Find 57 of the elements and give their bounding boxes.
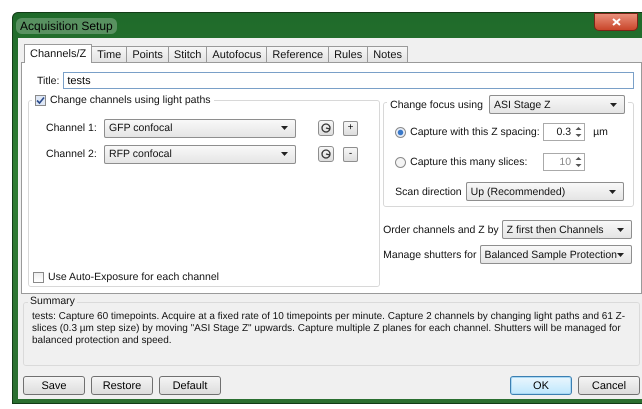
dialog-button[interactable]: OK (510, 376, 572, 395)
radio-button[interactable] (395, 156, 406, 168)
checkbox[interactable] (33, 272, 44, 282)
title-label: Title: (37, 74, 60, 86)
checkbox-label: Change channels using light paths (50, 94, 211, 106)
ring-icon (321, 149, 331, 159)
scan-direction-label: Scan direction (395, 186, 462, 198)
dropdown-arrow-icon (281, 126, 288, 130)
tab[interactable]: Reference (266, 46, 330, 62)
close-icon (612, 18, 620, 26)
summary-label: Summary (28, 295, 77, 307)
order-label: Order channels and Z by (383, 224, 499, 236)
shutters-label: Manage shutters for (383, 248, 476, 260)
focus-label: Change focus using (390, 98, 483, 110)
channel-label: Channel 1: (46, 122, 98, 134)
dialog-button[interactable]: Restore (91, 376, 153, 395)
dialog-button[interactable]: Save (23, 376, 85, 395)
radio-label: Capture this many slices: (410, 156, 528, 168)
channel-action-button[interactable]: - (343, 146, 358, 162)
channel-options-button[interactable] (318, 120, 334, 136)
window-title: Acquisition Setup (16, 18, 117, 34)
close-button[interactable] (594, 12, 638, 30)
channel-action-button[interactable]: + (343, 120, 358, 136)
tab[interactable]: Notes (367, 46, 408, 62)
radio-label: Capture with this Z spacing: (410, 126, 541, 138)
tab[interactable]: Time (91, 46, 128, 62)
tab[interactable]: Points (126, 46, 169, 62)
checkbox-label: Use Auto-Exposure for each channel (48, 271, 220, 283)
dropdown-arrow-icon (610, 102, 617, 106)
dropdown-arrow-icon (617, 228, 624, 232)
tab[interactable]: Stitch (168, 46, 208, 62)
summary-text: tests: Capture 60 timepoints. Acquire at a fixed rate of 10 timepoints per minute. Capture 2 channels by changing light paths and 61 Z-slices (0.3 µm step size) by moving "ASI Stage Z" upwards. Capture multiple Z planes for each channel. Shutters will be managed for balanced protection and speed. (32, 311, 626, 347)
spinner-arrows-icon (574, 155, 584, 169)
tab[interactable]: Rules (328, 46, 368, 62)
number-spinner[interactable]: 10 (543, 153, 586, 171)
dropdown[interactable]: RFP confocal (104, 144, 296, 164)
dropdown[interactable]: ASI Stage Z (488, 95, 625, 114)
checkbox[interactable] (35, 94, 46, 106)
dialog-button[interactable]: Default (159, 376, 221, 395)
dropdown-arrow-icon (617, 252, 624, 256)
radio-button[interactable] (395, 126, 406, 138)
tab[interactable]: Autofocus (206, 46, 268, 62)
dialog-button[interactable]: Cancel (578, 376, 640, 395)
tab[interactable]: Channels/Z (24, 44, 92, 63)
dropdown[interactable]: GFP confocal (104, 118, 296, 138)
dropdown[interactable]: Balanced Sample Protection (480, 245, 632, 264)
dropdown[interactable]: Up (Recommended) (466, 182, 624, 201)
channel-label: Channel 2: (46, 148, 98, 160)
unit-label: µm (593, 126, 608, 138)
number-spinner[interactable]: 0.3 (543, 123, 586, 141)
ring-icon (321, 123, 331, 133)
spinner-arrows-icon (574, 125, 584, 139)
channel-options-button[interactable] (318, 146, 334, 162)
dropdown-arrow-icon (608, 190, 616, 194)
title-field[interactable]: tests (63, 72, 634, 89)
dropdown-arrow-icon (281, 152, 288, 156)
dropdown[interactable]: Z first then Channels (502, 220, 632, 239)
